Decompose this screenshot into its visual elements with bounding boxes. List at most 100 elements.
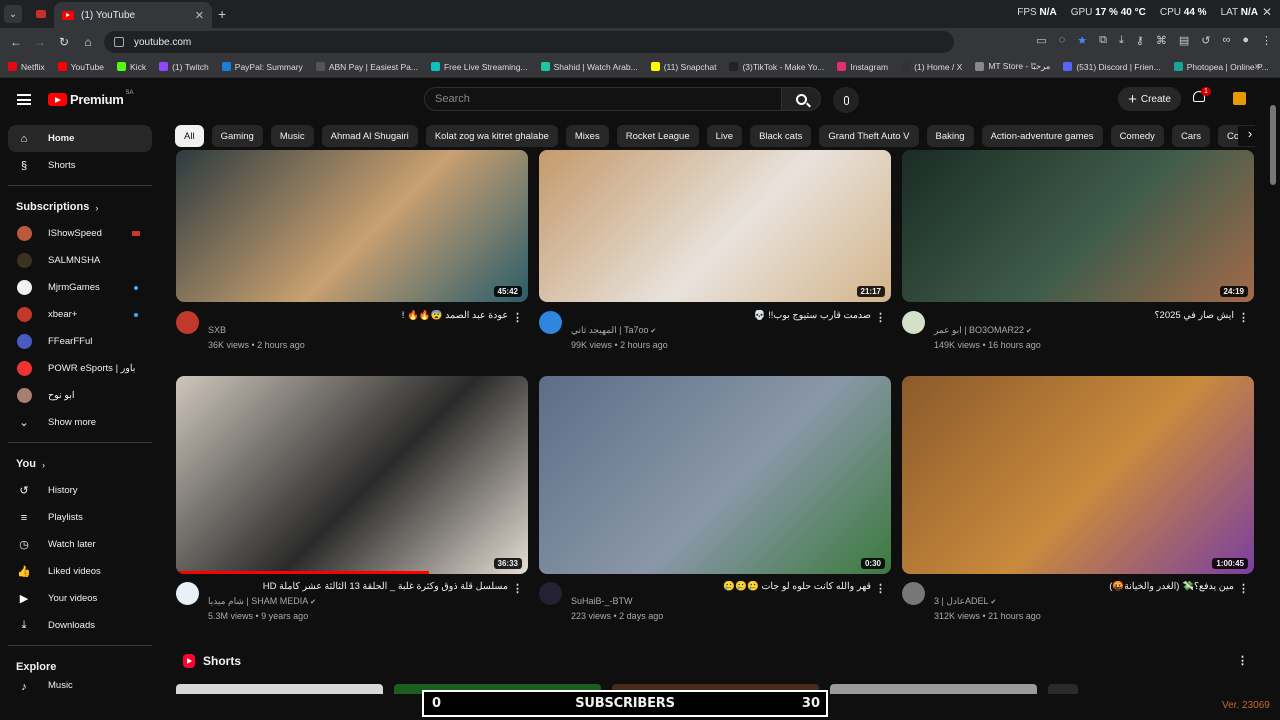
bookmark-star-icon[interactable]: ★: [1077, 34, 1087, 47]
short-thumbnail[interactable]: [176, 684, 383, 694]
bookmark-item[interactable]: Shahid | Watch Arab...: [540, 62, 638, 72]
sidebar-item-liked-videos[interactable]: 👍 Liked videos: [0, 558, 160, 585]
more-actions-icon[interactable]: ⋮: [875, 582, 886, 595]
bookmark-item[interactable]: MT Store - مرحبًا: [975, 61, 1050, 72]
sidebar-item-channel[interactable]: IShowSpeed: [0, 220, 160, 247]
bookmark-item[interactable]: (1) Home / X: [901, 62, 962, 72]
bookmark-item[interactable]: PayPal: Summary: [221, 62, 303, 72]
channel-avatar[interactable]: [902, 582, 925, 605]
tab-search-button[interactable]: ⌄: [4, 5, 22, 23]
link-icon[interactable]: ∞: [1223, 34, 1231, 47]
bookmark-item[interactable]: YouTube: [57, 62, 104, 72]
filter-chip[interactable]: Ahmad Al Shugairi: [321, 125, 418, 147]
sidebar-item-home[interactable]: ⌂ Home: [8, 125, 152, 152]
sidebar-item-channel[interactable]: SALMNSHA: [0, 247, 160, 274]
filter-chip[interactable]: Live: [706, 125, 743, 147]
site-info-icon[interactable]: [114, 37, 124, 47]
video-title[interactable]: قهر والله كانت حلوه لو جات 🥲🥲🥲: [571, 581, 871, 592]
more-actions-icon[interactable]: ⋮: [1238, 311, 1249, 324]
video-thumbnail[interactable]: 0:30: [539, 376, 891, 574]
channel-name[interactable]: ابو عمر | BO3OMAR22 ✔: [934, 325, 1032, 336]
short-thumbnail[interactable]: [830, 684, 1037, 694]
back-arrow-icon[interactable]: ←: [4, 35, 28, 49]
sidebar-item-watch-later[interactable]: ◷ Watch later: [0, 531, 160, 558]
sidebar-item-channel[interactable]: POWR eSports | باور: [0, 355, 160, 382]
filter-chip[interactable]: Rocket League: [616, 125, 699, 147]
channel-avatar[interactable]: [176, 582, 199, 605]
video-title[interactable]: مسلسل قلة ذوق وكثرة غلبة _ الحلقة 13 الث…: [208, 581, 508, 592]
sidebar-item-channel[interactable]: xbear+: [0, 301, 160, 328]
tab-youtube[interactable]: (1) YouTube ✕: [54, 2, 212, 28]
video-thumbnail[interactable]: 1:00:45: [902, 376, 1254, 574]
channel-name[interactable]: شام ميديا | SHAM MEDIA ✔: [208, 596, 316, 607]
notifications-button[interactable]: 1: [1193, 87, 1211, 105]
more-actions-icon[interactable]: ⋮: [512, 582, 523, 595]
sidebar-item-shorts[interactable]: § Shorts: [0, 152, 160, 179]
channel-avatar[interactable]: [176, 311, 199, 334]
bookmark-item[interactable]: (531) Discord | Frien...: [1063, 62, 1161, 72]
channel-avatar[interactable]: [539, 311, 562, 334]
pinned-tab[interactable]: [30, 0, 52, 28]
filter-chip[interactable]: Mixes: [565, 125, 609, 147]
filter-chip[interactable]: Cars: [1171, 125, 1210, 147]
video-thumbnail[interactable]: 24:19: [902, 150, 1254, 302]
video-title[interactable]: مين يدفع؟💸 (الغدر والخيانة🤬): [934, 581, 1234, 592]
sidebar-item-channel[interactable]: FFearFFul: [0, 328, 160, 355]
video-title[interactable]: صدمت قارب ستيوج بوب!! 💀: [571, 310, 871, 321]
channel-name[interactable]: المهيجد ثاني | Ta7oo ✔: [571, 325, 656, 336]
you-heading[interactable]: You ›: [0, 443, 160, 477]
download-icon[interactable]: ⤓: [1119, 34, 1124, 47]
filter-chip[interactable]: Baking: [926, 125, 974, 147]
sidebar-item-channel[interactable]: ابو نوح: [0, 382, 160, 409]
bookmark-item[interactable]: Instagram: [837, 62, 888, 72]
video-thumbnail[interactable]: 45:42: [176, 150, 528, 302]
channel-avatar[interactable]: [539, 582, 562, 605]
card-icon[interactable]: ▤: [1179, 34, 1189, 47]
channel-avatar[interactable]: [902, 311, 925, 334]
new-tab-button[interactable]: +: [218, 6, 226, 22]
short-thumbnail[interactable]: [1048, 684, 1078, 694]
sidebar-item-music[interactable]: ♪ Music: [0, 680, 160, 692]
menu-dots-icon[interactable]: ⋮: [1261, 34, 1272, 47]
subscriptions-heading[interactable]: Subscriptions ›: [0, 186, 160, 220]
sidebar-item-downloads[interactable]: ⤓ Downloads: [0, 612, 160, 639]
bookmarks-overflow-icon[interactable]: »: [1254, 61, 1260, 72]
channel-name[interactable]: SXB: [208, 325, 226, 335]
bookmark-item[interactable]: ABN Pay | Easiest Pa...: [315, 62, 418, 72]
profile-avatar-icon[interactable]: ●: [1242, 34, 1249, 47]
eye-off-icon[interactable]: ◌: [1059, 34, 1066, 47]
extensions-icon[interactable]: ⧉: [1099, 34, 1107, 47]
home-icon[interactable]: ⌂: [76, 35, 100, 49]
video-thumbnail[interactable]: 21:17: [539, 150, 891, 302]
create-button[interactable]: + Create: [1118, 87, 1181, 111]
channel-name[interactable]: عادل | 3ADEL ✔: [934, 596, 996, 607]
filter-chip[interactable]: All: [175, 125, 204, 147]
more-actions-icon[interactable]: ⋮: [512, 311, 523, 324]
sidebar-item-your-videos[interactable]: ▶ Your videos: [0, 585, 160, 612]
voice-search-button[interactable]: [833, 87, 859, 113]
translate-icon[interactable]: ⌘: [1156, 34, 1167, 47]
show-more-button[interactable]: ⌄ Show more: [0, 409, 160, 436]
more-actions-icon[interactable]: ⋮: [1238, 582, 1249, 595]
scrollbar-thumb[interactable]: [1270, 105, 1276, 185]
scrollbar[interactable]: [1270, 100, 1276, 680]
chevron-right-icon[interactable]: ›: [1238, 126, 1262, 146]
history-icon[interactable]: ↺: [1201, 34, 1210, 47]
shorts-menu-icon[interactable]: ⋮: [1237, 654, 1248, 667]
filter-chip[interactable]: Action-adventure games: [981, 125, 1103, 147]
filter-chip[interactable]: Grand Theft Auto V: [819, 125, 919, 147]
bookmark-item[interactable]: Kick: [117, 62, 146, 72]
filter-chip[interactable]: Music: [270, 125, 314, 147]
account-avatar[interactable]: [1233, 92, 1246, 105]
cast-icon[interactable]: ▭: [1036, 34, 1046, 47]
tab-close-icon[interactable]: ✕: [195, 9, 204, 22]
forward-arrow-icon[interactable]: →: [28, 35, 52, 49]
sidebar-item-playlists[interactable]: ≡ Playlists: [0, 504, 160, 531]
video-thumbnail[interactable]: 36:33: [176, 376, 528, 574]
video-title[interactable]: عودة عبد الصمد 😨🔥🔥 !: [208, 310, 508, 321]
sidebar-item-channel[interactable]: MjrmGames: [0, 274, 160, 301]
filter-chip[interactable]: Gaming: [211, 125, 263, 147]
search-button[interactable]: [781, 87, 821, 111]
bookmark-item[interactable]: Free Live Streaming...: [430, 62, 528, 72]
search-input[interactable]: Search: [424, 87, 782, 111]
